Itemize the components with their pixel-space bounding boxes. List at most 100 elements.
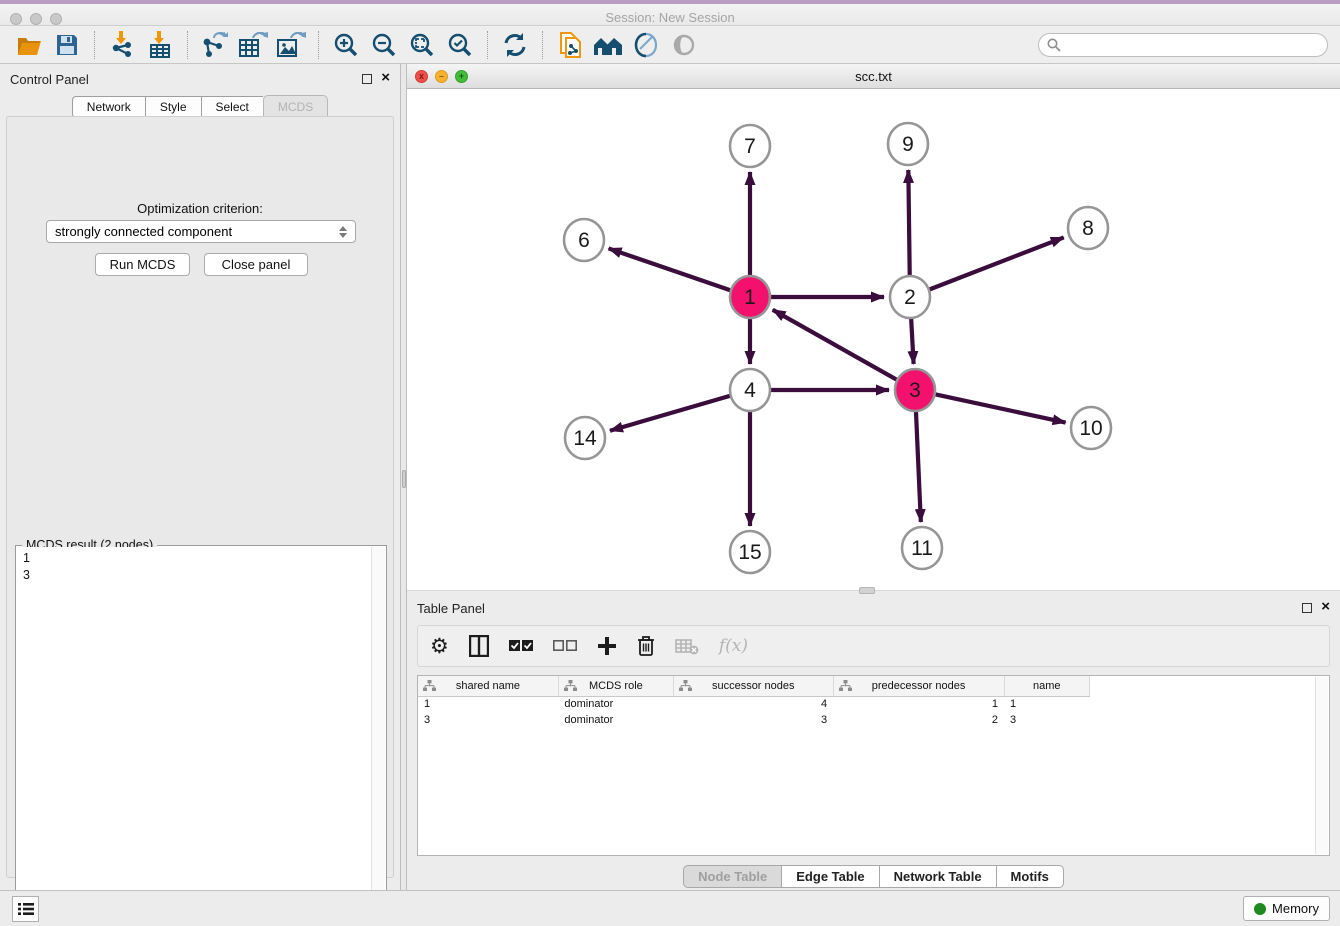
horizontal-splitter-grip[interactable]: [859, 587, 875, 594]
export-network-icon[interactable]: [196, 29, 234, 61]
hierarchy-icon: [679, 680, 692, 691]
column-settings-icon[interactable]: ⚙: [430, 633, 449, 659]
mcds-result-scrollbar[interactable]: [371, 547, 385, 923]
graph-node-6[interactable]: 6: [564, 219, 604, 261]
zoom-out-icon[interactable]: [365, 29, 403, 61]
svg-text:9: 9: [902, 133, 914, 156]
open-session-icon[interactable]: [10, 29, 48, 61]
graph-edge-3-10[interactable]: [932, 394, 1066, 423]
tab-network[interactable]: Network: [72, 96, 145, 118]
export-image-icon[interactable]: [272, 29, 310, 61]
search-box[interactable]: [1038, 33, 1328, 57]
graph-node-1[interactable]: 1: [730, 276, 770, 318]
col-name[interactable]: name: [1004, 676, 1089, 696]
graph-node-10[interactable]: 10: [1071, 407, 1111, 449]
tab-mcds[interactable]: MCDS: [263, 95, 328, 117]
tab-node-table[interactable]: Node Table: [683, 865, 782, 888]
zoom-in-icon[interactable]: [327, 29, 365, 61]
tab-motifs[interactable]: Motifs: [997, 865, 1064, 888]
graph-node-11[interactable]: 11: [902, 527, 942, 569]
clone-network-icon[interactable]: [551, 29, 589, 61]
import-table-icon[interactable]: [141, 29, 179, 61]
float-table-panel-icon[interactable]: [1302, 603, 1312, 613]
hierarchy-icon: [423, 680, 436, 691]
task-history-button[interactable]: [12, 896, 39, 922]
apply-function-icon[interactable]: f(x): [719, 633, 748, 659]
graph-node-4[interactable]: 4: [730, 369, 770, 411]
graph-node-3[interactable]: 3: [895, 369, 935, 411]
save-session-icon[interactable]: [48, 29, 86, 61]
col-predecessor-nodes[interactable]: predecessor nodes: [833, 676, 1004, 696]
svg-text:4: 4: [744, 379, 756, 402]
splitter-grip[interactable]: [402, 470, 406, 488]
first-neighbors-icon[interactable]: [589, 29, 627, 61]
tab-select[interactable]: Select: [201, 96, 263, 118]
zoom-selected-icon[interactable]: [441, 29, 479, 61]
network-view-title: scc.txt: [407, 69, 1340, 84]
add-row-icon[interactable]: [597, 633, 617, 659]
mcds-result-text[interactable]: 1 3: [17, 547, 371, 923]
main-toolbar: [0, 26, 1340, 64]
toolbar-separator: [318, 31, 319, 59]
memory-button[interactable]: Memory: [1243, 896, 1330, 921]
panel-splitter[interactable]: [400, 64, 407, 890]
table-row[interactable]: 1 dominator 4 1 1: [418, 696, 1090, 712]
export-table-icon[interactable]: [234, 29, 272, 61]
graph-edge-2-9[interactable]: [908, 170, 909, 280]
float-panel-icon[interactable]: [362, 74, 372, 84]
graph-node-7[interactable]: 7: [730, 125, 770, 167]
status-bar: Memory: [0, 890, 1340, 926]
toolbar-separator: [542, 31, 543, 59]
import-network-icon[interactable]: [103, 29, 141, 61]
style-brush-icon[interactable]: [627, 29, 665, 61]
select-all-icon[interactable]: [509, 633, 533, 659]
network-window-titlebar[interactable]: x – + scc.txt: [407, 64, 1340, 89]
graph-edge-2-3[interactable]: [911, 314, 914, 364]
run-mcds-button[interactable]: Run MCDS: [95, 253, 190, 276]
tab-style[interactable]: Style: [145, 96, 201, 118]
graph-node-2[interactable]: 2: [890, 276, 930, 318]
svg-text:15: 15: [738, 541, 761, 564]
svg-text:1: 1: [744, 286, 756, 309]
control-panel-tabs: Network Style Select MCDS: [0, 96, 400, 118]
graph-edge-2-8[interactable]: [926, 237, 1064, 290]
graph-edge-3-11[interactable]: [916, 407, 921, 522]
search-icon: [1047, 38, 1061, 52]
list-icon: [18, 902, 34, 916]
zoom-fit-icon[interactable]: [403, 29, 441, 61]
table-scrollbar[interactable]: [1315, 677, 1328, 854]
toolbar-separator: [487, 31, 488, 59]
svg-text:7: 7: [744, 135, 756, 158]
col-shared-name[interactable]: shared name: [418, 676, 558, 696]
tab-edge-table[interactable]: Edge Table: [782, 865, 879, 888]
graph-node-15[interactable]: 15: [730, 531, 770, 573]
graph-node-8[interactable]: 8: [1068, 207, 1108, 249]
graph-node-9[interactable]: 9: [888, 123, 928, 165]
delete-column-icon[interactable]: [675, 633, 699, 659]
memory-status-icon: [1254, 903, 1266, 915]
toolbar-separator: [187, 31, 188, 59]
graph-edge-3-1[interactable]: [773, 310, 901, 382]
node-table[interactable]: shared name MCDS role successor nodes pr…: [417, 675, 1330, 856]
graph-node-14[interactable]: 14: [565, 417, 605, 459]
col-successor-nodes[interactable]: successor nodes: [673, 676, 833, 696]
network-graph-canvas[interactable]: 7 9 6 8 1 2 4 3 14 10 15 11: [407, 89, 1340, 590]
delete-row-icon[interactable]: [637, 633, 655, 659]
search-input[interactable]: [1061, 35, 1327, 55]
table-toolbar: ⚙ f(x): [417, 625, 1330, 667]
svg-text:10: 10: [1079, 417, 1102, 440]
graph-edge-1-6[interactable]: [609, 248, 734, 291]
criterion-dropdown[interactable]: strongly connected component: [46, 220, 356, 243]
close-panel-icon[interactable]: ×: [381, 73, 390, 83]
graph-edge-4-14[interactable]: [610, 395, 734, 431]
toggle-panel-split-icon[interactable]: [469, 633, 489, 659]
criterion-value: strongly connected component: [55, 224, 232, 239]
close-table-panel-icon[interactable]: ×: [1321, 602, 1330, 612]
deselect-all-icon[interactable]: [553, 633, 577, 659]
col-mcds-role[interactable]: MCDS role: [558, 676, 673, 696]
graphics-details-icon[interactable]: [665, 29, 703, 61]
apply-layout-icon[interactable]: [496, 29, 534, 61]
table-row[interactable]: 3 dominator 3 2 3: [418, 712, 1090, 728]
tab-network-table[interactable]: Network Table: [880, 865, 997, 888]
close-panel-button[interactable]: Close panel: [204, 253, 308, 276]
